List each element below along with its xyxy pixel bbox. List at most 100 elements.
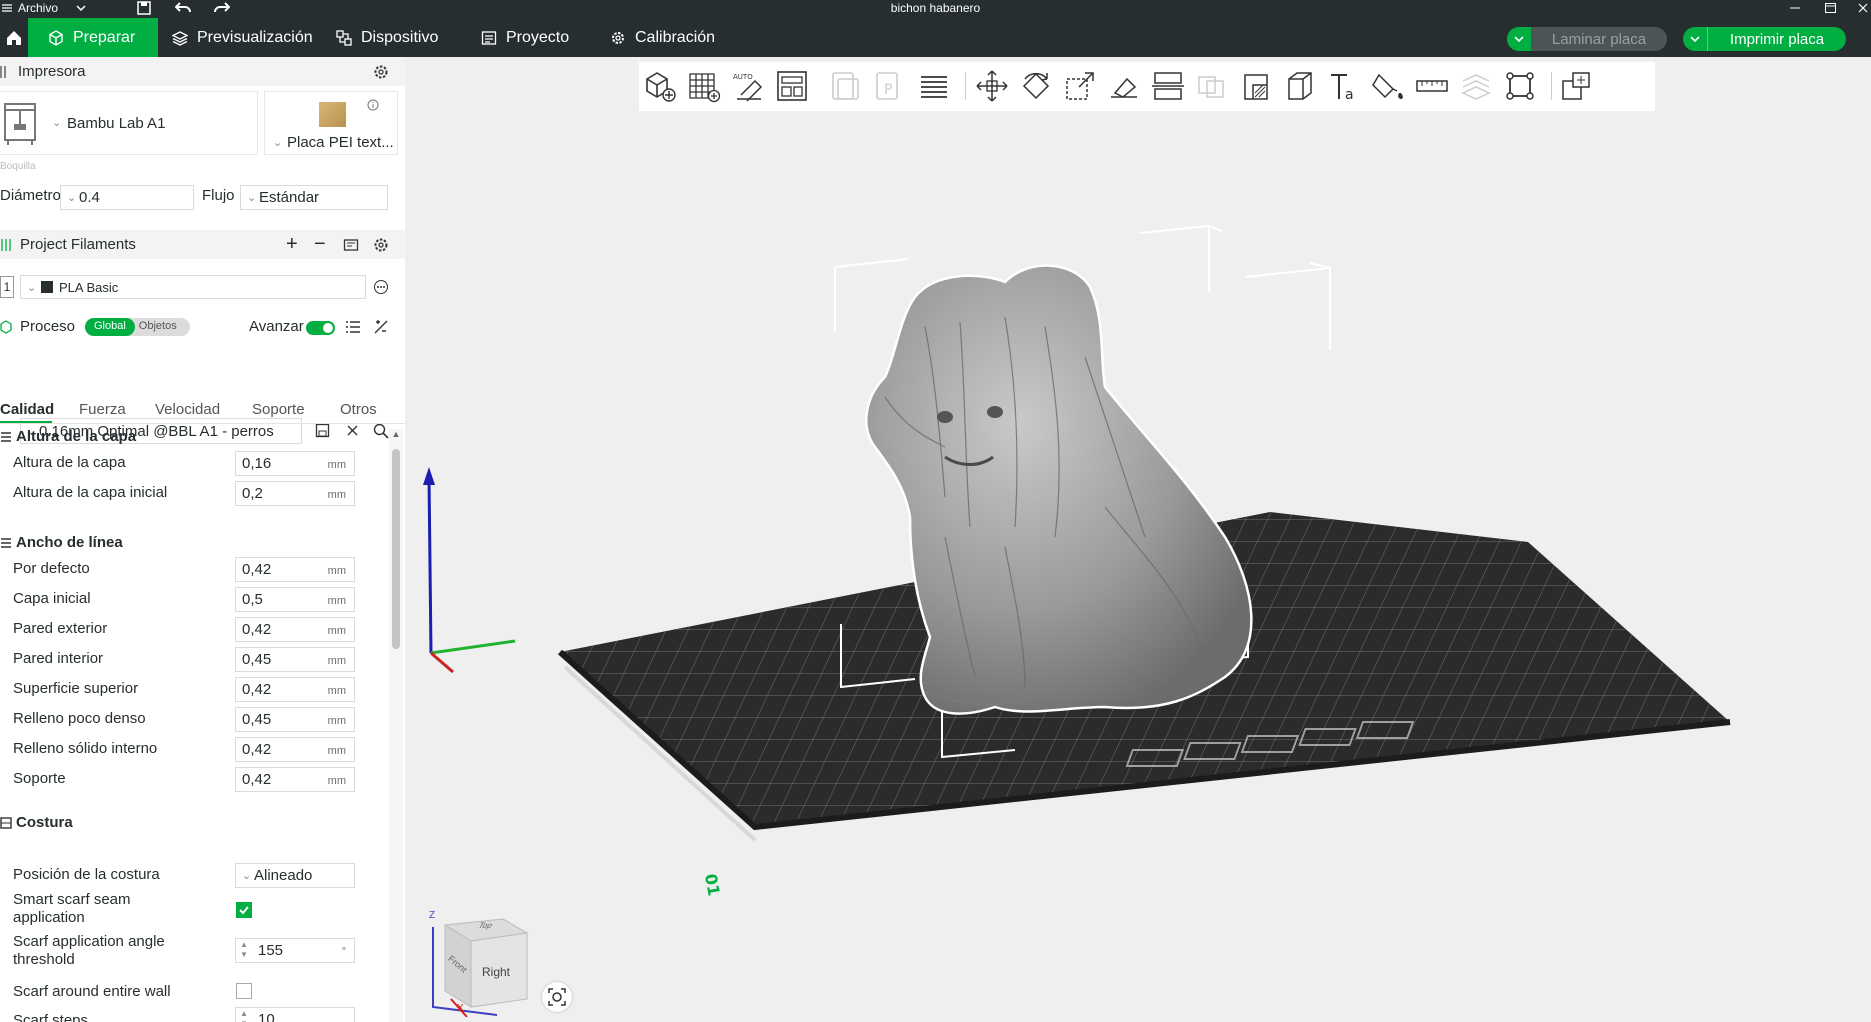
- scope-objects[interactable]: Objetos: [135, 318, 181, 336]
- device-icon: [336, 29, 352, 46]
- unit-label: mm: [327, 625, 346, 637]
- input-value: 0,45: [242, 711, 272, 728]
- project-icon: [481, 30, 497, 45]
- settings-panel: Impresora ⌄ Bambu Lab A1 ⌄ Placa PEI tex…: [0, 57, 405, 1022]
- layer-height-input[interactable]: 0,16 mm: [235, 451, 355, 476]
- unit-label: mm: [327, 565, 346, 577]
- z-axis-label: Z: [429, 910, 436, 921]
- reset-view-button[interactable]: [542, 982, 572, 1012]
- cube-right-label[interactable]: Right: [482, 965, 510, 979]
- print-plate-label: Imprimir placa: [1729, 30, 1825, 48]
- search-icon[interactable]: [373, 423, 389, 439]
- plate-thumbnail: [319, 102, 346, 127]
- list-view-icon[interactable]: [345, 320, 361, 334]
- save-preset-icon[interactable]: [315, 423, 330, 438]
- seam-position-value: Alineado: [254, 867, 313, 884]
- scope-global[interactable]: Global: [85, 318, 135, 336]
- chevron-down-icon: ⌄: [273, 137, 283, 149]
- advanced-toggle[interactable]: [306, 321, 335, 335]
- chevron-down-icon: ⌄: [247, 192, 257, 204]
- line-width-initial-input[interactable]: 0,5 mm: [235, 587, 355, 612]
- advanced-label: Avanzar: [249, 318, 304, 335]
- scroll-up-arrow[interactable]: ▲: [389, 429, 403, 439]
- plate-type-label: Placa PEI text...: [287, 134, 394, 151]
- scarf-around-label: Scarf around entire wall: [13, 983, 171, 1000]
- build-plate-scene[interactable]: 01: [405, 57, 1871, 1022]
- scope-toggle[interactable]: Global Objetos: [85, 318, 190, 336]
- filament-sync-icon[interactable]: [343, 237, 359, 253]
- filament-select[interactable]: ⌄ PLA Basic: [20, 275, 366, 299]
- line-width-solid-infill-input[interactable]: 0,42 mm: [235, 737, 355, 762]
- slice-plate-button[interactable]: Laminar placa: [1507, 27, 1667, 51]
- diameter-value: 0.4: [79, 189, 100, 206]
- printer-model-label: Bambu Lab A1: [67, 115, 166, 132]
- initial-layer-height-input[interactable]: 0,2 mm: [235, 481, 355, 506]
- row-label: Capa inicial: [13, 590, 91, 607]
- tab-previsualizacion[interactable]: Previsualización: [172, 18, 313, 57]
- tab-soporte[interactable]: Soporte: [252, 401, 305, 418]
- settings-scrollbar[interactable]: ▲: [389, 429, 403, 1022]
- stepper-arrows-icon[interactable]: ▲▼: [240, 1009, 248, 1022]
- line-width-default-input[interactable]: 0,42 mm: [235, 557, 355, 582]
- home-button[interactable]: [0, 18, 28, 57]
- tab-proyecto[interactable]: Proyecto: [481, 18, 569, 57]
- unit-label: mm: [327, 775, 346, 787]
- add-filament-button[interactable]: +: [286, 233, 298, 256]
- plate-type-selector[interactable]: ⌄ Placa PEI text...: [264, 91, 398, 155]
- close-preset-icon[interactable]: [346, 424, 359, 437]
- tab-calidad[interactable]: Calidad: [0, 401, 54, 418]
- chevron-down-icon[interactable]: [1683, 27, 1707, 51]
- print-plate-button[interactable]: Imprimir placa: [1683, 27, 1846, 51]
- tab-label: Preparar: [73, 28, 136, 46]
- chevron-down-icon: ⌄: [52, 117, 62, 129]
- chevron-down-icon: ⌄: [67, 192, 77, 204]
- line-width-support-input[interactable]: 0,42 mm: [235, 767, 355, 792]
- flow-label: Flujo: [202, 187, 235, 204]
- filament-gear-icon[interactable]: [373, 237, 389, 253]
- flow-select[interactable]: ⌄ Estándar: [240, 185, 388, 210]
- cube-icon: [49, 29, 63, 46]
- row-label: Relleno sólido interno: [13, 740, 158, 757]
- info-icon[interactable]: [367, 99, 379, 111]
- stepper-arrows-icon[interactable]: ▲▼: [240, 940, 248, 960]
- layer-height-section: Altura de la capa: [0, 428, 136, 445]
- scarf-angle-label: Scarf application angle: [13, 933, 165, 950]
- minimize-icon[interactable]: [1780, 0, 1810, 16]
- input-value: 0,42: [242, 681, 272, 698]
- unit-label: mm: [327, 715, 346, 727]
- maximize-icon[interactable]: [1815, 0, 1845, 16]
- tab-preparar[interactable]: Preparar: [28, 18, 158, 57]
- unit-label: mm: [327, 745, 346, 757]
- view-cube[interactable]: Z Top Front Right X: [427, 907, 537, 1017]
- 3d-viewport[interactable]: AUTO P a 01 Z Top Front Right X: [405, 57, 1871, 1022]
- line-width-outer-wall-input[interactable]: 0,42 mm: [235, 617, 355, 642]
- tab-dispositivo[interactable]: Dispositivo: [336, 18, 438, 57]
- row-label: Pared exterior: [13, 620, 108, 637]
- printer-model-selector[interactable]: ⌄ Bambu Lab A1: [0, 91, 258, 155]
- line-width-section: Ancho de línea: [0, 534, 123, 551]
- remove-filament-button[interactable]: −: [314, 233, 326, 256]
- printer-settings-gear-icon[interactable]: [373, 64, 389, 80]
- scrollbar-thumb[interactable]: [392, 449, 400, 649]
- tab-otros[interactable]: Otros: [340, 401, 377, 418]
- home-icon: [7, 30, 21, 45]
- seam-position-select[interactable]: ⌄ Alineado: [235, 863, 355, 888]
- tab-fuerza[interactable]: Fuerza: [79, 401, 126, 418]
- scarf-around-checkbox[interactable]: [236, 983, 252, 999]
- printer-icon: [4, 103, 36, 145]
- scarf-angle-stepper[interactable]: ▲ ▼ 155 °: [235, 938, 355, 963]
- smart-scarf-checkbox[interactable]: [236, 902, 252, 918]
- tab-velocidad[interactable]: Velocidad: [155, 401, 220, 418]
- camera-reset-icon: [548, 988, 566, 1006]
- diameter-select[interactable]: ⌄ 0.4: [60, 185, 194, 210]
- chevron-down-icon[interactable]: [1507, 27, 1531, 51]
- line-width-inner-wall-input[interactable]: 0,45 mm: [235, 647, 355, 672]
- line-width-sparse-infill-input[interactable]: 0,45 mm: [235, 707, 355, 732]
- line-width-top-surface-input[interactable]: 0,42 mm: [235, 677, 355, 702]
- tab-calibracion[interactable]: Calibración: [610, 18, 715, 57]
- compare-icon[interactable]: [373, 319, 389, 335]
- more-options-icon[interactable]: [373, 279, 389, 295]
- filament-color-swatch: [41, 281, 53, 293]
- close-icon[interactable]: [1848, 0, 1871, 16]
- scarf-steps-stepper[interactable]: ▲▼ 10: [235, 1007, 355, 1022]
